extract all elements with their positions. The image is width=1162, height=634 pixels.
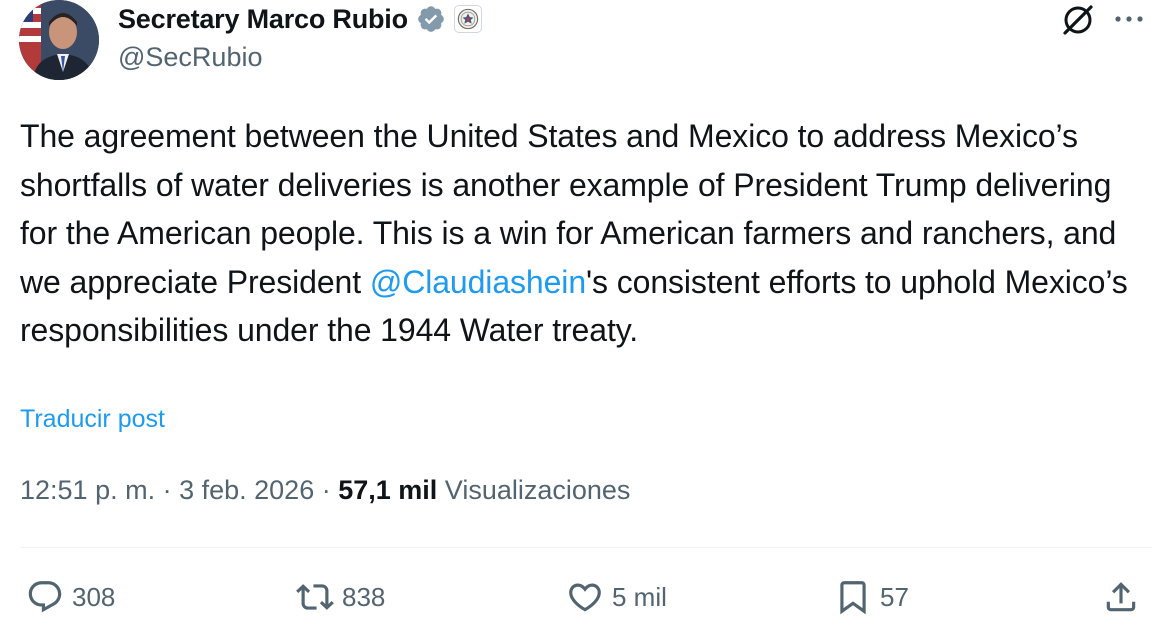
verified-badge-icon[interactable] [416,4,446,34]
like-button[interactable]: 5 mil [566,575,667,619]
reply-button[interactable]: 308 [26,575,115,619]
tweet-meta: 12:51 p. m. · 3 feb. 2026 · 57,1 mil Vis… [20,475,630,506]
avatar[interactable] [19,0,99,80]
bookmark-button[interactable]: 57 [834,575,909,619]
avatar-image [19,0,99,80]
tweet-text: The agreement between the United States … [20,112,1140,355]
reply-icon [28,581,62,613]
like-count: 5 mil [612,581,667,612]
repost-icon [296,584,334,610]
tweet-date[interactable]: 3 feb. 2026 [179,475,314,506]
views-label-text: Visualizaciones [444,475,631,505]
meta-separator: · [155,475,180,505]
state-department-seal-icon[interactable] [453,5,482,33]
repost-button[interactable]: 838 [296,575,385,619]
repost-count: 838 [342,581,386,612]
heart-icon [569,583,601,612]
views-label: Visualizaciones [437,475,631,506]
grok-icon[interactable] [1060,2,1096,38]
reply-count: 308 [72,581,116,612]
bookmark-icon [840,581,866,615]
views-count: 57,1 mil [338,475,438,505]
bookmark-count: 57 [880,581,909,612]
tweet-time[interactable]: 12:51 p. m. [20,475,155,506]
translate-post-link[interactable]: Traducir post [20,405,165,434]
share-button[interactable] [1102,575,1140,619]
account-handle[interactable]: @SecRubio [118,42,262,73]
more-options-icon[interactable] [1112,6,1146,32]
display-name[interactable]: Secretary Marco Rubio [118,4,408,35]
divider [20,547,1152,548]
meta-separator: · [314,475,339,505]
mention-link[interactable]: @Claudiashein [370,264,586,300]
share-icon [1106,582,1136,612]
